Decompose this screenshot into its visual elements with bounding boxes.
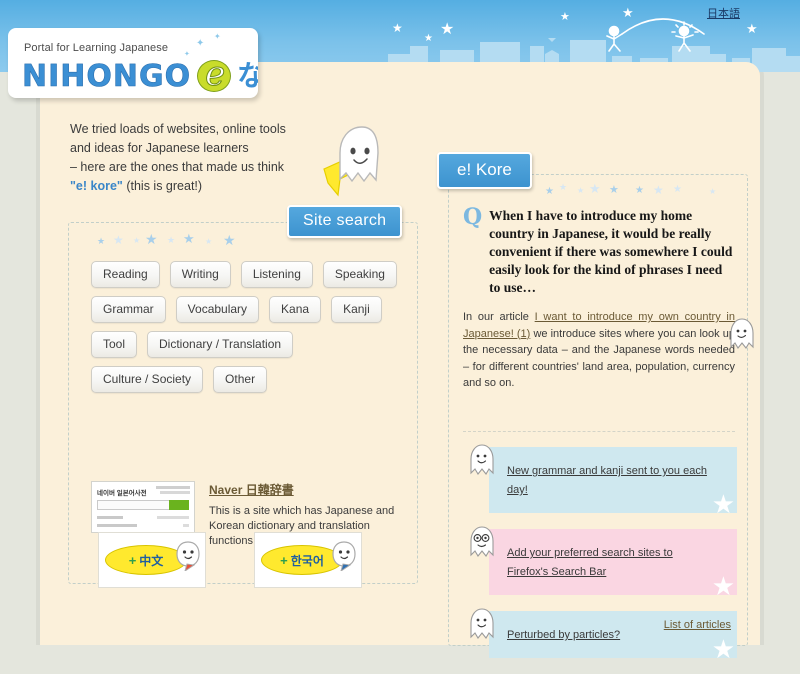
speech-face-icon — [176, 541, 200, 571]
category-button-culture[interactable]: Culture / Society — [91, 366, 204, 393]
article-list: New grammar and kanji sent to you each d… — [467, 444, 737, 674]
thumb-bar-2 — [160, 491, 190, 494]
thumb-line — [183, 524, 189, 527]
category-button-vocabulary[interactable]: Vocabulary — [175, 296, 260, 323]
language-label-korean: 한국어 — [290, 553, 324, 568]
article-row: New grammar and kanji sent to you each d… — [467, 444, 737, 513]
star-icon: ★ — [622, 5, 634, 20]
question-marker: Q — [463, 204, 483, 230]
star-icon: ★ — [635, 185, 644, 196]
star-icon: ★ — [709, 187, 717, 196]
star-icon: ★ — [223, 232, 236, 248]
answer-prefix: In our article — [463, 311, 535, 323]
ekore-tab[interactable]: e! Kore — [437, 152, 532, 189]
star-icon: ★ — [711, 571, 735, 595]
star-icon: ★ — [577, 186, 585, 195]
star-icon: ★ — [205, 237, 213, 246]
category-button-reading[interactable]: Reading — [91, 261, 160, 288]
star-icon: ★ — [97, 236, 106, 246]
star-icon: ★ — [424, 33, 433, 44]
star-decoration-row: ★ ★ ★ ★ ★ ★ ★ ★ — [97, 231, 287, 251]
question-text: When I have to introduce my home country… — [489, 208, 733, 295]
section-divider — [463, 431, 735, 432]
star-icon: ★ — [673, 184, 682, 195]
language-label-chinese: 中文 — [139, 553, 164, 568]
article-bar: New grammar and kanji sent to you each d… — [489, 447, 737, 513]
star-icon: ★ — [545, 186, 554, 197]
star-icon: ★ — [711, 489, 735, 513]
star-icon: ★ — [145, 231, 158, 247]
thumb-line — [157, 516, 189, 519]
thumb-line — [97, 524, 137, 527]
site-title-link[interactable]: Naver 日韓辞書 — [209, 481, 294, 498]
category-button-speaking[interactable]: Speaking — [322, 261, 397, 288]
star-icon: ★ — [113, 233, 124, 247]
star-icon: ★ — [609, 184, 619, 196]
star-icon: ★ — [589, 181, 601, 196]
intro-line-4-tail: (this is great!) — [122, 179, 203, 193]
main-page-panel: We tried loads of websites, online tools… — [40, 62, 760, 658]
category-button-listening[interactable]: Listening — [240, 261, 313, 288]
thumb-bar-1 — [156, 486, 190, 489]
star-icon: ★ — [133, 236, 141, 245]
language-button-korean[interactable]: + 한국어 — [254, 532, 362, 588]
sparkle-icon: ✦ — [214, 32, 221, 41]
answer-text: In our article I want to introduce my ow… — [463, 309, 754, 392]
star-icon: ★ — [559, 182, 568, 192]
sparkle-icon: ✦ — [184, 51, 190, 58]
logo-na-character: な — [237, 59, 258, 92]
ekore-panel: e! Kore ★ ★ ★ ★ ★ ★ ★ ★ ★ Q When I have … — [437, 152, 754, 658]
site-thumbnail[interactable]: 네이버 일본어사전 — [91, 481, 195, 533]
intro-highlight: "e! kore" — [70, 179, 123, 193]
ghost-mascot-icon — [323, 126, 379, 197]
logo-wordmark-group: NIHONGO e な — [22, 54, 258, 95]
star-icon: ★ — [560, 11, 570, 23]
logo-wordmark: NIHONGO — [22, 59, 192, 95]
star-icon: ★ — [440, 21, 455, 38]
category-button-tool[interactable]: Tool — [91, 331, 138, 358]
star-icon: ★ — [746, 21, 758, 36]
star-icon: ★ — [183, 231, 195, 246]
star-icon: ★ — [711, 634, 735, 658]
category-button-kanji[interactable]: Kanji — [331, 296, 382, 323]
site-logo[interactable]: Portal for Learning Japanese NIHONGO e な… — [8, 28, 258, 98]
ghost-icon — [470, 444, 494, 475]
site-thumbnail-title: 네이버 일본어사전 — [97, 490, 147, 497]
category-button-dictionary[interactable]: Dictionary / Translation — [147, 331, 294, 358]
article-bar: Add your preferred search sites to Firef… — [489, 529, 737, 595]
language-button-group: + 中文 + 한국어 — [98, 532, 362, 588]
star-icon: ★ — [392, 21, 403, 35]
star-icon: ★ — [653, 183, 664, 197]
article-row: Add your preferred search sites to Firef… — [467, 526, 737, 595]
category-button-grammar[interactable]: Grammar — [91, 296, 166, 323]
language-switch-link[interactable]: 日本語 — [707, 5, 740, 21]
article-link-2[interactable]: Add your preferred search sites to Firef… — [507, 547, 673, 578]
question-answer-block: Q When I have to introduce my home count… — [463, 204, 754, 392]
ghost-icon — [730, 318, 754, 349]
ghost-glasses-icon — [470, 526, 494, 557]
thumb-line — [97, 516, 123, 519]
category-button-group: Reading Writing Listening Speaking Gramm… — [91, 261, 401, 393]
logo-tagline: Portal for Learning Japanese — [24, 42, 169, 54]
plus-icon: + — [128, 552, 137, 568]
site-search-tab[interactable]: Site search — [287, 205, 403, 238]
category-button-writing[interactable]: Writing — [169, 261, 231, 288]
star-decoration-row: ★ ★ ★ ★ ★ ★ ★ ★ ★ — [545, 181, 735, 201]
category-button-kana[interactable]: Kana — [269, 296, 322, 323]
speech-face-icon — [332, 541, 356, 571]
article-link-1[interactable]: New grammar and kanji sent to you each d… — [507, 465, 707, 496]
star-icon: ★ — [167, 235, 176, 245]
plus-icon: + — [280, 552, 288, 568]
thumb-search-button — [169, 500, 189, 510]
sparkle-icon: ✦ — [196, 38, 205, 49]
logo-e-badge: e — [195, 54, 235, 94]
question-row: Q When I have to introduce my home count… — [463, 204, 735, 297]
language-button-chinese[interactable]: + 中文 — [98, 532, 206, 588]
article-link-3[interactable]: Perturbed by particles? — [507, 629, 620, 641]
logo-e-letter: e — [205, 54, 226, 94]
list-of-articles-link[interactable]: List of articles — [664, 619, 731, 631]
site-search-panel: Site search ★ ★ ★ ★ ★ ★ ★ ★ Reading Writ… — [68, 205, 418, 584]
category-button-other[interactable]: Other — [213, 366, 268, 393]
ghost-icon — [470, 608, 494, 639]
